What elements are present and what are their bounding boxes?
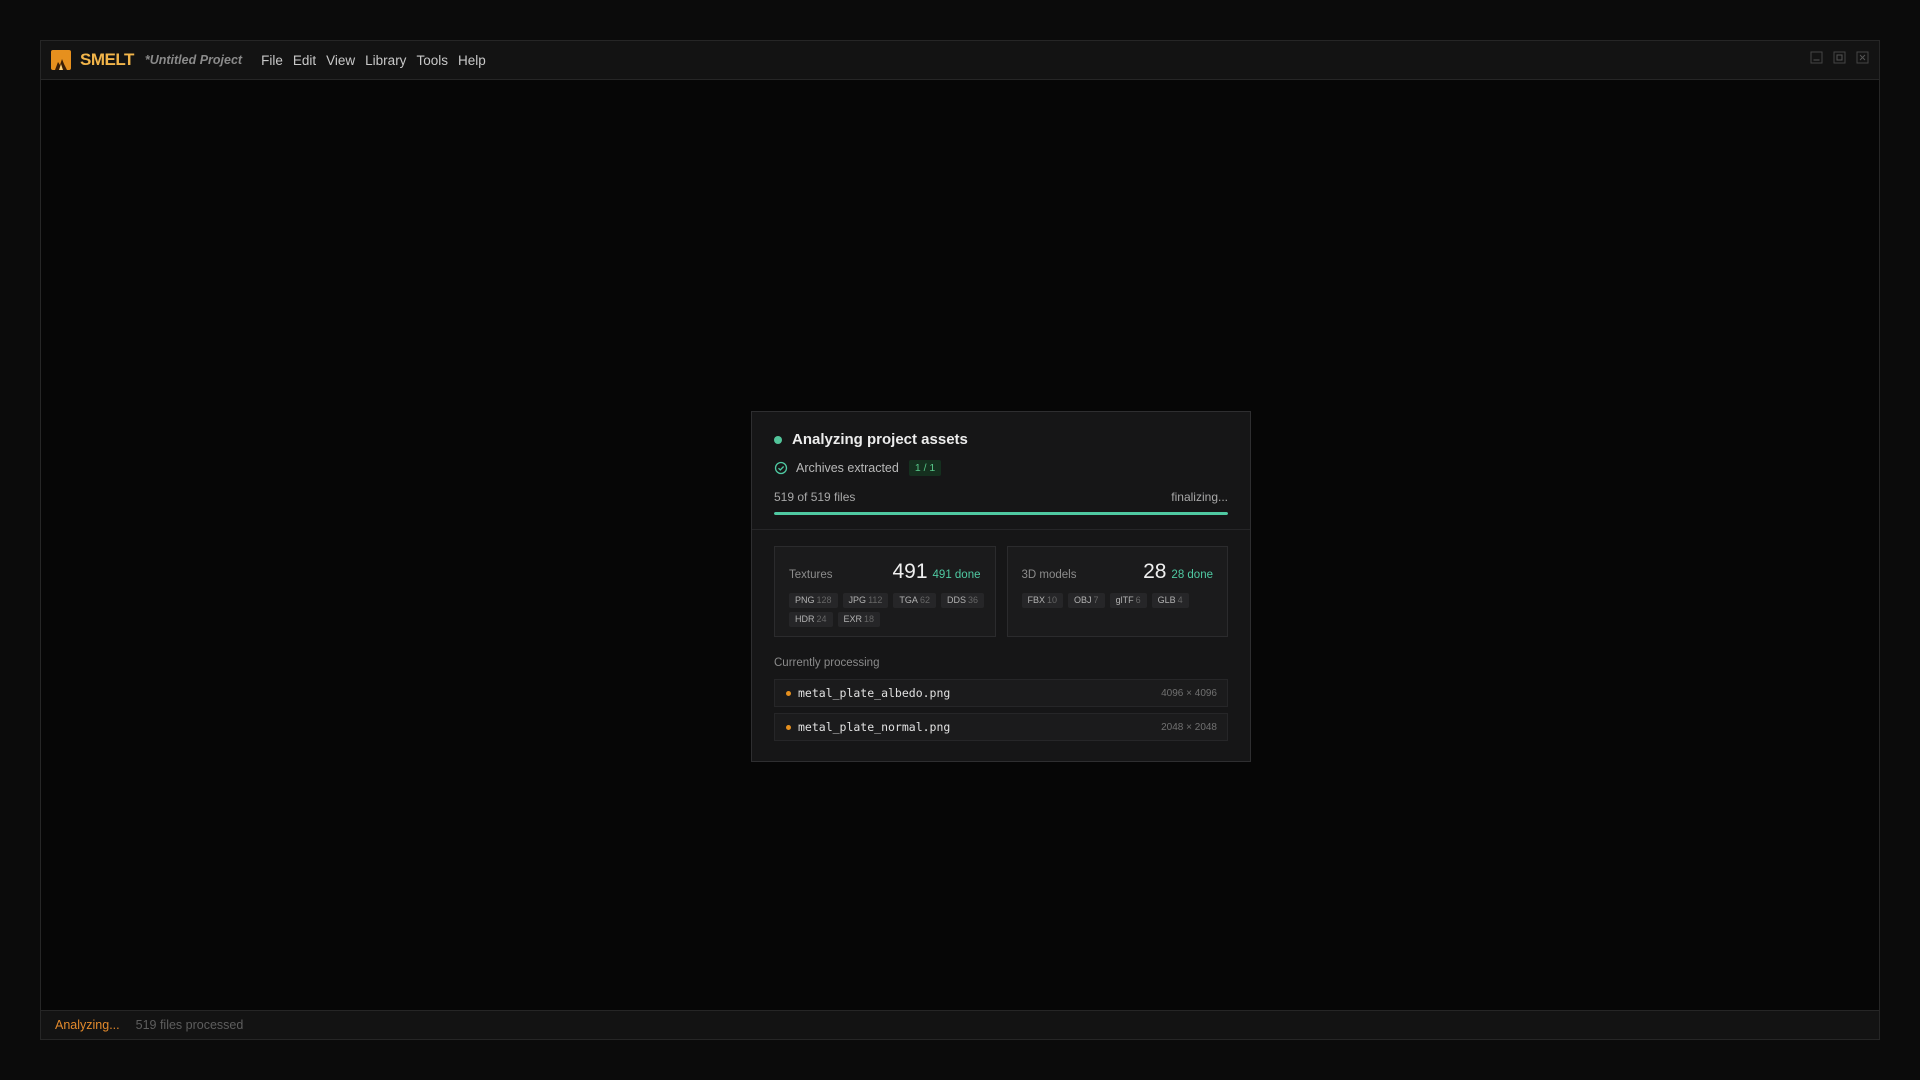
processing-dot	[786, 690, 791, 696]
close-icon[interactable]	[1856, 51, 1869, 64]
processing-filename: metal_plate_normal.png	[798, 720, 951, 734]
menu-library[interactable]: Library	[360, 53, 411, 68]
format-chip: HDR 24	[789, 612, 833, 627]
processing-resolution: 2048 × 2048	[1161, 721, 1217, 733]
menu-edit[interactable]: Edit	[288, 53, 321, 68]
stat-done: 28 done	[1171, 569, 1213, 581]
progress-count: 519 of 519 files	[774, 490, 856, 504]
status-files: 519 files processed	[135, 1018, 244, 1032]
archives-label: Archives extracted	[796, 461, 899, 475]
project-title: *Untitled Project	[144, 53, 243, 67]
status-dot	[774, 435, 782, 444]
format-chip: PNG 128	[789, 593, 838, 608]
analyzing-dialog: Analyzing project assets Archives extrac…	[751, 411, 1251, 762]
stat-card-models: 3D models 28 28 done FBX 10 OBJ 7 glTF 6 GL…	[1006, 546, 1228, 637]
format-chip: TGA 62	[893, 593, 936, 608]
archives-badge: 1 / 1	[908, 460, 942, 476]
title-bar: SMELT *Untitled Project File Edit View L…	[41, 41, 1879, 80]
stat-label: Textures	[789, 569, 833, 581]
format-chip: OBJ 7	[1068, 593, 1105, 608]
stat-count-wrap: 491 491 done	[892, 560, 980, 584]
stat-count: 491	[892, 560, 928, 583]
processing-resolution: 4096 × 4096	[1161, 687, 1217, 699]
window-controls	[1810, 51, 1869, 64]
format-chip: glTF 6	[1109, 593, 1147, 608]
app-window: SMELT *Untitled Project File Edit View L…	[40, 40, 1880, 1040]
processing-list: metal_plate_albedo.png 4096 × 4096 metal…	[774, 679, 1228, 747]
stat-card-textures: Textures 491 491 done PNG 128 JPG 112 TGA 6…	[774, 546, 996, 637]
progress-row: 519 of 519 files finalizing...	[774, 490, 1228, 504]
menu-tools[interactable]: Tools	[411, 53, 453, 68]
dialog-header: Analyzing project assets Archives extrac…	[752, 412, 1250, 530]
processing-item: metal_plate_normal.png 2048 × 2048	[774, 713, 1228, 741]
dialog-title: Analyzing project assets	[792, 431, 968, 448]
format-chip: DDS 36	[940, 593, 984, 608]
menu-bar: File Edit View Library Tools Help	[256, 53, 491, 68]
format-chip: FBX 10	[1021, 593, 1064, 608]
processing-item: metal_plate_albedo.png 4096 × 4096	[774, 679, 1228, 707]
progress-state: finalizing...	[1171, 490, 1228, 504]
progress-fill	[774, 512, 1228, 515]
stat-cards: Textures 491 491 done PNG 128 JPG 112 TGA 6…	[774, 546, 1228, 637]
format-chips: FBX 10 OBJ 7 glTF 6 GLB 4	[1021, 593, 1218, 608]
status-state: Analyzing...	[55, 1018, 120, 1032]
format-chip: JPG 112	[842, 593, 889, 608]
dialog-title-row: Analyzing project assets	[774, 431, 968, 448]
stat-label: 3D models	[1021, 569, 1077, 581]
menu-view[interactable]: View	[321, 53, 360, 68]
minimize-icon[interactable]	[1810, 51, 1823, 64]
status-bar: Analyzing... 519 files processed	[41, 1010, 1879, 1039]
stat-count-wrap: 28 28 done	[1143, 560, 1213, 584]
format-chip: GLB 4	[1151, 593, 1189, 608]
progress-bar	[774, 512, 1228, 515]
processing-label: Currently processing	[774, 657, 880, 669]
processing-dot	[786, 724, 791, 730]
smelt-logo-icon	[51, 50, 71, 70]
stat-count: 28	[1143, 560, 1167, 583]
menu-help[interactable]: Help	[453, 53, 491, 68]
archives-row: Archives extracted 1 / 1	[774, 460, 942, 476]
stat-done: 491 done	[932, 569, 981, 581]
format-chip: EXR 18	[837, 612, 881, 627]
app-name: SMELT	[80, 50, 134, 69]
format-chips: PNG 128 JPG 112 TGA 62 DDS 36 HDR 24 EXR 18	[789, 593, 985, 627]
maximize-icon[interactable]	[1833, 51, 1846, 64]
menu-file[interactable]: File	[256, 53, 288, 68]
check-circle-icon	[774, 461, 788, 475]
processing-filename: metal_plate_albedo.png	[798, 686, 951, 700]
